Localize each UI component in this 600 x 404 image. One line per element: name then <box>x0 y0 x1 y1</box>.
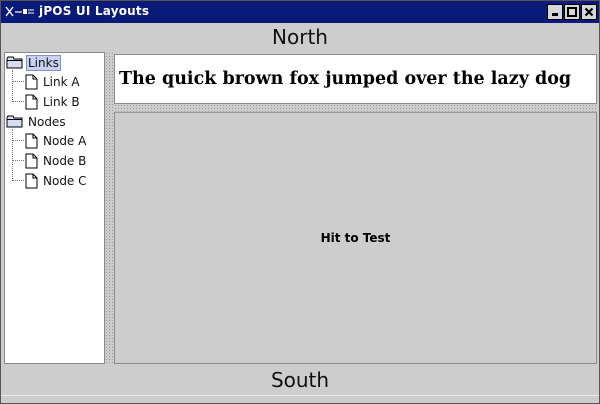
document-icon <box>25 153 38 169</box>
tree-guide-line <box>12 129 13 181</box>
right-edge <box>597 52 599 365</box>
tree-leaf-label: Link B <box>43 95 80 109</box>
tree-guide-line <box>12 101 24 102</box>
app-window: jPOS UI Layouts North Links Link A Link … <box>0 0 600 404</box>
hit-to-test-button[interactable]: Hit to Test <box>114 112 597 364</box>
tree-leaf-link-a[interactable]: Link A <box>25 73 82 91</box>
close-button[interactable] <box>581 4 597 20</box>
tree-leaf-label: Node A <box>43 134 87 148</box>
document-icon <box>25 74 38 90</box>
text-panel: The quick brown fox jumped over the lazy… <box>114 54 597 104</box>
tree-node-label: Nodes <box>28 115 66 129</box>
window-bottom-edge <box>1 395 599 403</box>
north-panel[interactable]: North <box>1 23 599 51</box>
horizontal-split-divider[interactable] <box>114 104 597 112</box>
maximize-icon <box>567 7 577 17</box>
tree-guide-line <box>12 140 24 141</box>
tree-guide-line <box>12 81 24 82</box>
tree-node-links[interactable]: Links <box>6 54 61 72</box>
window-title: jPOS UI Layouts <box>39 4 150 18</box>
minimize-button[interactable] <box>547 4 563 20</box>
tree-leaf-node-a[interactable]: Node A <box>25 132 88 150</box>
document-icon <box>25 94 38 110</box>
tree-node-label: Links <box>26 55 61 71</box>
document-icon <box>25 133 38 149</box>
tree-node-nodes[interactable]: Nodes <box>6 113 68 131</box>
south-panel[interactable]: South <box>1 365 599 395</box>
document-icon <box>25 173 38 189</box>
tree-leaf-label: Node C <box>43 174 87 188</box>
north-label: North <box>272 25 328 49</box>
close-icon <box>584 7 594 17</box>
tree-guide-line <box>12 180 24 181</box>
folder-icon <box>6 115 23 128</box>
tree-leaf-label: Link A <box>43 75 80 89</box>
tree-leaf-node-c[interactable]: Node C <box>25 172 89 190</box>
tree-leaf-link-b[interactable]: Link B <box>25 93 82 111</box>
tree-panel[interactable]: Links Link A Link B Nodes Node A Node B … <box>4 52 105 364</box>
south-label: South <box>270 368 330 392</box>
tree-leaf-label: Node B <box>43 154 87 168</box>
jpos-logo-icon <box>5 6 34 17</box>
folder-icon <box>6 56 23 69</box>
title-bar[interactable]: jPOS UI Layouts <box>1 1 599 23</box>
sample-text: The quick brown fox jumped over the lazy… <box>119 69 572 89</box>
tree-leaf-node-b[interactable]: Node B <box>25 152 88 170</box>
hit-to-test-label: Hit to Test <box>320 231 391 245</box>
vertical-split-divider[interactable] <box>105 52 113 364</box>
maximize-button[interactable] <box>564 4 580 20</box>
tree-guide-line <box>12 160 24 161</box>
minimize-icon <box>552 13 558 16</box>
tree-guide-line <box>12 70 13 102</box>
